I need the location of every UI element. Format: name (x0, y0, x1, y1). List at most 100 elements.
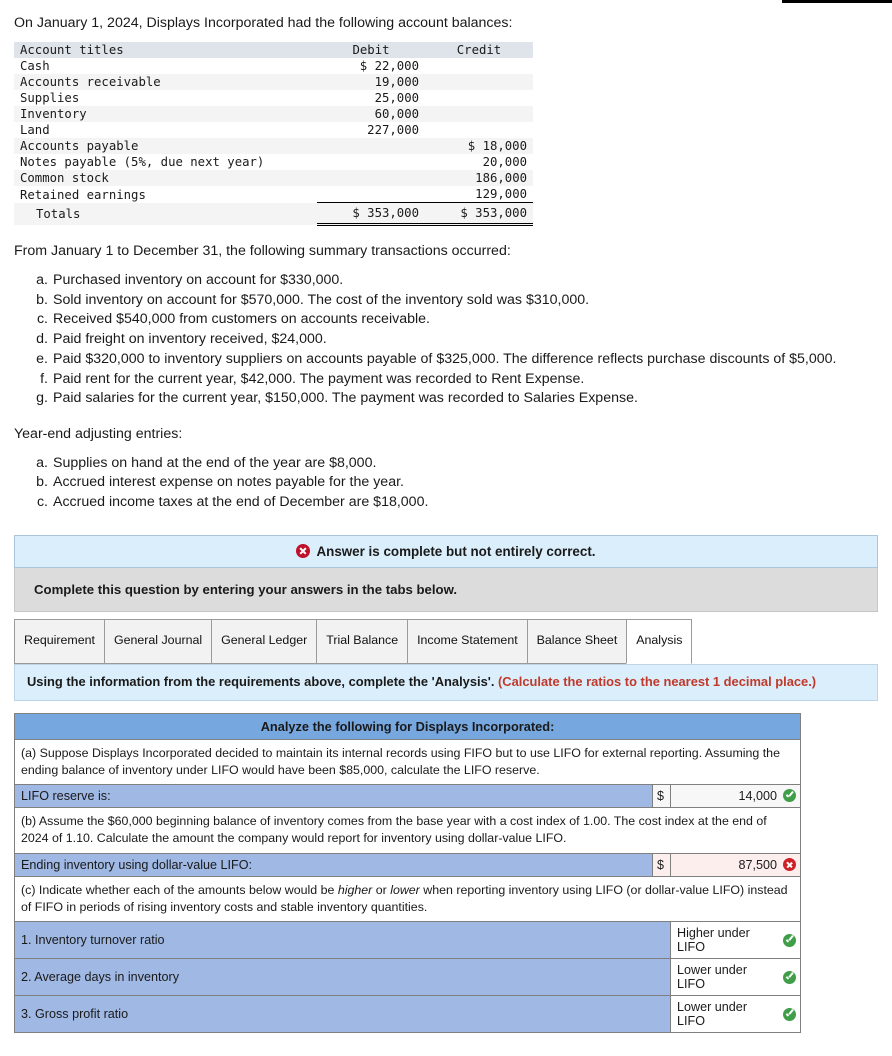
label-gross-profit-ratio: 3. Gross profit ratio (14, 995, 671, 1034)
list-marker: d. (36, 331, 48, 348)
answer-lifo-reserve[interactable]: 14,000 (669, 784, 802, 809)
list-text: Supplies on hand at the end of the year … (53, 454, 377, 471)
tab-trial-balance[interactable]: Trial Balance (316, 618, 409, 664)
list-item: b. Sold inventory on account for $570,000… (36, 291, 872, 311)
cell-account: Accounts receivable (20, 75, 161, 90)
list-text: Accrued income taxes at the end of Decem… (53, 493, 429, 510)
cell-account: Common stock (20, 171, 109, 186)
analysis-table: Analyze the following for Displays Incor… (13, 713, 802, 1034)
analysis-header: Analyze the following for Displays Incor… (13, 713, 802, 741)
analysis-answer-b-row: Ending inventory using dollar-value LIFO… (14, 852, 802, 877)
cell-credit: 186,000 (475, 171, 527, 186)
incorrect-x-icon (783, 857, 797, 871)
tab-income-statement[interactable]: Income Statement (407, 618, 528, 664)
col-debit: Debit (317, 42, 425, 59)
list-text: Paid $320,000 to inventory suppliers on … (53, 350, 837, 367)
list-item: b. Accrued interest expense on notes paya… (36, 473, 872, 493)
tab-general-ledger[interactable]: General Ledger (211, 618, 318, 664)
prompt-b: (b) Assume the $60,000 beginning balance… (13, 807, 802, 854)
transactions-list: a. Purchased inventory on account for $33… (0, 271, 892, 409)
cell-credit (425, 90, 533, 106)
analysis-answer-a-row: LIFO reserve is: $ 14,000 (14, 784, 802, 809)
cell-credit (425, 122, 533, 138)
table-row: Land 227,000 (14, 122, 533, 139)
analysis-section: Analyze the following for Displays Incor… (13, 713, 802, 1034)
cell-debit (317, 186, 425, 203)
transactions-heading: From January 1 to December 31, the follo… (14, 243, 511, 260)
label-inventory-turnover-ratio: 1. Inventory turnover ratio (14, 921, 671, 960)
table-header-row: Account titles Debit Credit (14, 42, 533, 59)
cell-credit (425, 58, 533, 74)
analysis-prompt-b-row: (b) Assume the $60,000 beginning balance… (13, 807, 802, 854)
list-text: Paid salaries for the current year, $150… (53, 390, 638, 407)
adjusting-list: a. Supplies on hand at the end of the yea… (0, 454, 892, 513)
list-marker: f. (40, 370, 48, 387)
page-intro: On January 1, 2024, Displays Incorporate… (14, 15, 513, 31)
list-text: Paid rent for the current year, $42,000.… (53, 370, 585, 387)
balances-header: Account titles Debit Credit (14, 42, 533, 59)
cell-account: Land (20, 123, 50, 138)
answer-average-days-in-inventory[interactable]: Lower under LIFO (669, 958, 802, 997)
table-row: Notes payable (5%, due next year) 20,000 (14, 154, 533, 171)
account-balances-table: Account titles Debit Credit Cash $ 22,00… (14, 42, 533, 227)
list-item: a. Purchased inventory on account for $33… (36, 271, 872, 291)
list-text: Sold inventory on account for $570,000. … (53, 291, 590, 308)
list-marker: b. (36, 291, 48, 308)
table-row: Common stock 186,000 (14, 170, 533, 187)
answer-inventory-turnover-ratio[interactable]: Higher under LIFO (669, 921, 802, 960)
col-account-titles: Account titles (14, 42, 317, 59)
instruction-main: Using the information from the requireme… (27, 673, 495, 689)
correct-check-icon (783, 789, 797, 803)
table-row: Cash $ 22,000 (14, 58, 533, 75)
answer-ending-inventory-dvlifo[interactable]: 87,500 (669, 852, 802, 877)
answer-value-c3: Lower under LIFO (677, 1000, 748, 1029)
table-row: Inventory 60,000 (14, 106, 533, 123)
list-text: Received $540,000 from customers on acco… (53, 311, 430, 328)
currency-symbol-b: $ (652, 852, 671, 877)
list-item: g. Paid salaries for the current year, $1… (36, 389, 872, 409)
cell-totals-credit: $ 353,000 (425, 202, 533, 227)
tab-requirement[interactable]: Requirement (14, 618, 105, 664)
list-item: a. Supplies on hand at the end of the yea… (36, 454, 872, 474)
cell-account: Notes payable (5%, due next year) (20, 155, 265, 170)
analysis-c-row-3: 3. Gross profit ratio Lower under LIFO (14, 995, 802, 1034)
analysis-prompt-c-row: (c) Indicate whether each of the amounts… (13, 875, 802, 923)
balances-body: Cash $ 22,000 Accounts receivable 19,000… (14, 58, 533, 227)
analysis-c-row-2: 2. Average days in inventory Lower under… (14, 958, 802, 997)
error-circle-icon (296, 544, 311, 559)
prompt-c-italic-higher: higher (337, 882, 373, 897)
prompt-c-pre: (c) Indicate whether each of the amounts… (21, 882, 338, 897)
list-marker: e. (36, 350, 48, 367)
label-lifo-reserve: LIFO reserve is: (14, 784, 653, 809)
answer-value-c2: Lower under LIFO (677, 963, 748, 992)
list-marker: c. (36, 493, 48, 510)
cell-debit: 227,000 (367, 123, 419, 138)
answer-value-a: 14,000 (738, 789, 778, 804)
table-totals-row: Totals $ 353,000 $ 353,000 (14, 202, 533, 227)
analysis-prompt-a-row: (a) Suppose Displays Incorporated decide… (13, 739, 802, 786)
table-row: Accounts payable $ 18,000 (14, 138, 533, 155)
tab-balance-sheet[interactable]: Balance Sheet (526, 618, 628, 664)
list-item: e. Paid $320,000 to inventory suppliers o… (36, 350, 872, 370)
cell-debit (317, 170, 425, 186)
instruction-hint: (Calculate the ratios to the nearest 1 d… (498, 673, 817, 689)
account-balances-section: Account titles Debit Credit Cash $ 22,00… (0, 32, 892, 227)
currency-symbol-a: $ (652, 784, 671, 809)
prompt-c-italic-lower: lower (390, 882, 420, 897)
answer-value-b: 87,500 (738, 857, 778, 872)
list-item: f. Paid rent for the current year, $42,00… (36, 370, 872, 390)
analysis-header-row: Analyze the following for Displays Incor… (13, 713, 802, 741)
cell-debit: 60,000 (374, 107, 419, 122)
tab-general-journal[interactable]: General Journal (103, 618, 213, 664)
cell-account: Accounts payable (20, 139, 139, 154)
list-item: c. Received $540,000 from customers on ac… (36, 310, 872, 330)
prompt-c: (c) Indicate whether each of the amounts… (13, 875, 802, 923)
tab-analysis[interactable]: Analysis (626, 618, 693, 664)
cell-account: Inventory (20, 107, 87, 122)
list-text: Purchased inventory on account for $330,… (53, 271, 344, 288)
cell-credit: 20,000 (482, 155, 527, 170)
answer-gross-profit-ratio[interactable]: Lower under LIFO (669, 995, 802, 1034)
status-banner-text: Answer is complete but not entirely corr… (316, 543, 596, 559)
analysis-instruction: Using the information from the requireme… (14, 663, 878, 702)
cell-credit: 129,000 (475, 187, 527, 202)
